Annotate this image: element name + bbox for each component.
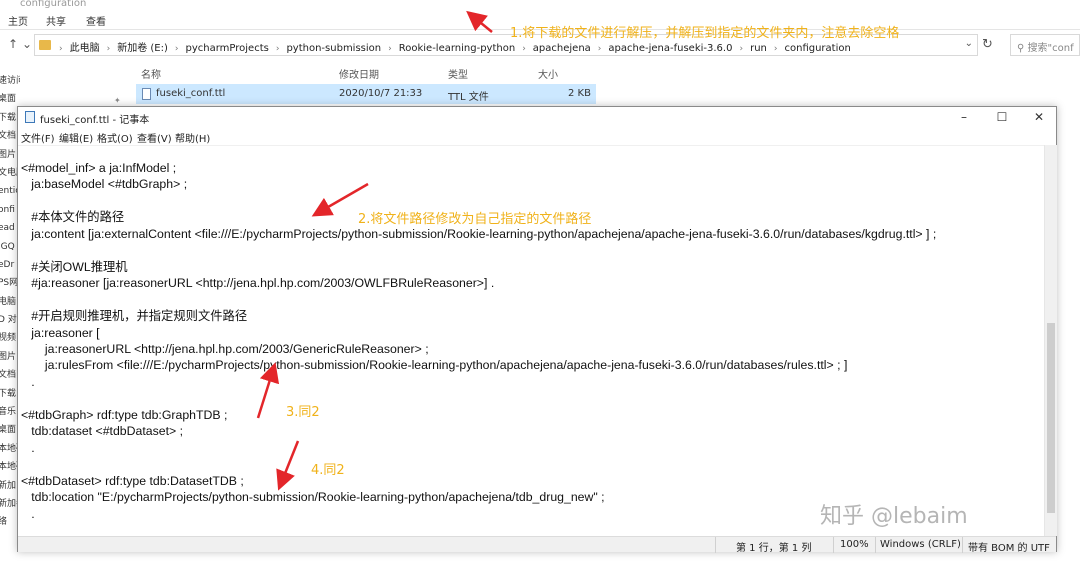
window-title: fuseki_conf.ttl - 记事本 <box>40 115 150 126</box>
breadcrumb-item[interactable]: apachejena <box>533 43 591 54</box>
code-line: ja:reasoner [ <box>21 325 100 340</box>
column-header-type[interactable]: 类型 <box>448 66 468 81</box>
code-line: . <box>21 440 35 455</box>
chevron-right-icon: › <box>773 44 778 54</box>
annotation-2: 2.将文件路径修改为自己指定的文件路径 <box>358 212 592 227</box>
annotation-3: 3.同2 <box>286 405 320 420</box>
refresh-icon[interactable]: ↻ <box>982 37 993 52</box>
notepad-window: fuseki_conf.ttl - 记事本 – ☐ ✕ 文件(F) 编辑(E) … <box>17 106 1057 554</box>
menu-file[interactable]: 文件(F) <box>21 130 55 145</box>
scrollbar-thumb[interactable] <box>1047 323 1055 513</box>
breadcrumb-item[interactable]: run <box>750 43 767 54</box>
code-line: <#model_inf> a ja:InfModel ; <box>21 161 177 175</box>
chevron-right-icon: › <box>174 44 179 54</box>
chevron-right-icon: › <box>522 44 526 54</box>
breadcrumb-item[interactable]: apache-jena-fuseki-3.6.0 <box>608 43 732 54</box>
breadcrumb-item[interactable]: 新加卷 (E:) <box>117 43 168 54</box>
code-line: . <box>21 506 35 521</box>
code-line: tdb:dataset <#tdbDataset> ; <box>21 424 184 439</box>
file-size: 2 KB <box>568 88 591 99</box>
code-line: #ja:reasoner [ja:reasonerURL <http://jen… <box>21 276 495 291</box>
code-line: tdb:location "E:/pycharmProjects/python-… <box>21 490 605 505</box>
breadcrumb-item[interactable]: 此电脑 <box>70 43 100 54</box>
column-header-name[interactable]: 名称 <box>141 66 161 81</box>
address-dropdown-icon[interactable]: ⌄ <box>965 38 973 49</box>
annotation-4: 4.同2 <box>311 463 345 478</box>
breadcrumb-item[interactable]: configuration <box>784 43 850 54</box>
maximize-button[interactable]: ☐ <box>984 107 1020 127</box>
folder-icon <box>39 40 51 50</box>
watermark: 知乎 @lebaim <box>820 504 968 529</box>
column-header-size[interactable]: 大小 <box>538 66 558 81</box>
code-line: . <box>21 374 35 389</box>
file-list-header: 名称 修改日期 类型 大小 <box>136 63 596 81</box>
status-divider <box>875 537 876 553</box>
code-line: #开启规则推理机，并指定规则文件路径 <box>21 309 248 324</box>
code-line: ja:baseModel <#tdbGraph> ; <box>21 177 188 192</box>
chevron-right-icon: › <box>106 44 111 54</box>
menu-help[interactable]: 帮助(H) <box>175 130 210 145</box>
ribbon-tab-share[interactable]: 共享 <box>46 13 66 28</box>
notepad-titlebar[interactable]: fuseki_conf.ttl - 记事本 – ☐ ✕ <box>18 107 1056 127</box>
up-arrow-icon[interactable]: ↑ <box>6 37 20 51</box>
code-line: ja:reasonerURL <http://jena.hpl.hp.com/2… <box>21 341 429 356</box>
file-row[interactable]: fuseki_conf.ttl 2020/10/7 21:33 TTL 文件 2… <box>136 84 596 104</box>
chevron-right-icon: › <box>59 44 63 54</box>
status-divider <box>833 537 834 553</box>
search-icon: ⚲ <box>1017 43 1025 54</box>
code-line: <#tdbGraph> rdf:type tdb:GraphTDB ; <box>21 407 228 422</box>
file-date: 2020/10/7 21:33 <box>339 88 423 99</box>
column-header-date[interactable]: 修改日期 <box>339 66 379 81</box>
code-line: #关闭OWL推理机 <box>21 259 128 274</box>
menu-bar: 文件(F) 编辑(E) 格式(O) 查看(V) 帮助(H) <box>18 127 1056 145</box>
code-line: ja:rulesFrom <file:///E:/pycharmProjects… <box>21 358 848 373</box>
breadcrumb-item[interactable]: pycharmProjects <box>186 43 269 54</box>
search-placeholder: 搜索"conf <box>1027 43 1074 54</box>
menu-view[interactable]: 查看(V) <box>137 130 172 145</box>
menu-format[interactable]: 格式(O) <box>97 130 133 145</box>
breadcrumb: › 此电脑 › 新加卷 (E:) › pycharmProjects › python-sub… <box>59 39 851 54</box>
file-icon <box>142 88 151 100</box>
pin-icon: ✦ <box>114 96 121 105</box>
status-divider <box>962 537 963 553</box>
breadcrumb-item[interactable]: python-submission <box>286 43 381 54</box>
code-line: <#tdbDataset> rdf:type tdb:DatasetTDB ; <box>21 473 244 488</box>
status-encoding: 带有 BOM 的 UTF <box>968 543 1050 554</box>
ribbon-tab-view[interactable]: 查看 <box>86 13 106 28</box>
notepad-icon <box>25 111 35 123</box>
chevron-right-icon: › <box>597 44 602 54</box>
file-name: fuseki_conf.ttl <box>156 88 226 99</box>
breadcrumb-item[interactable]: Rookie-learning-python <box>399 43 515 54</box>
status-bar: 第 1 行，第 1 列 100% Windows (CRLF) 带有 BOM 的… <box>18 536 1056 554</box>
status-eol: Windows (CRLF) <box>880 539 961 550</box>
code-line: ja:content [ja:externalContent <file:///… <box>21 226 937 241</box>
chevron-right-icon: › <box>739 44 744 54</box>
ribbon-tab-home[interactable]: 主页 <box>8 13 28 28</box>
minimize-button[interactable]: – <box>946 107 982 127</box>
status-zoom: 100% <box>840 539 869 550</box>
status-position: 第 1 行，第 1 列 <box>736 543 812 554</box>
chevron-down-icon[interactable]: ⌄ <box>20 37 34 51</box>
chevron-right-icon: › <box>388 44 392 54</box>
search-input[interactable]: ⚲ 搜索"conf <box>1010 34 1080 56</box>
text-editor-area[interactable]: <#model_inf> a ja:InfModel ; ja:baseMode… <box>18 145 1044 536</box>
annotation-1: 1.将下载的文件进行解压，并解压到指定的文件夹内，注意去除空格 <box>510 26 900 41</box>
vertical-scrollbar[interactable] <box>1044 145 1057 536</box>
close-button[interactable]: ✕ <box>1021 107 1057 127</box>
menu-edit[interactable]: 编辑(E) <box>59 130 93 145</box>
file-type: TTL 文件 <box>448 92 489 103</box>
status-divider <box>715 537 716 553</box>
nav-item[interactable]: 速访问 <box>0 72 20 90</box>
chevron-right-icon: › <box>275 44 280 54</box>
explorer-title: configuration <box>20 0 87 9</box>
